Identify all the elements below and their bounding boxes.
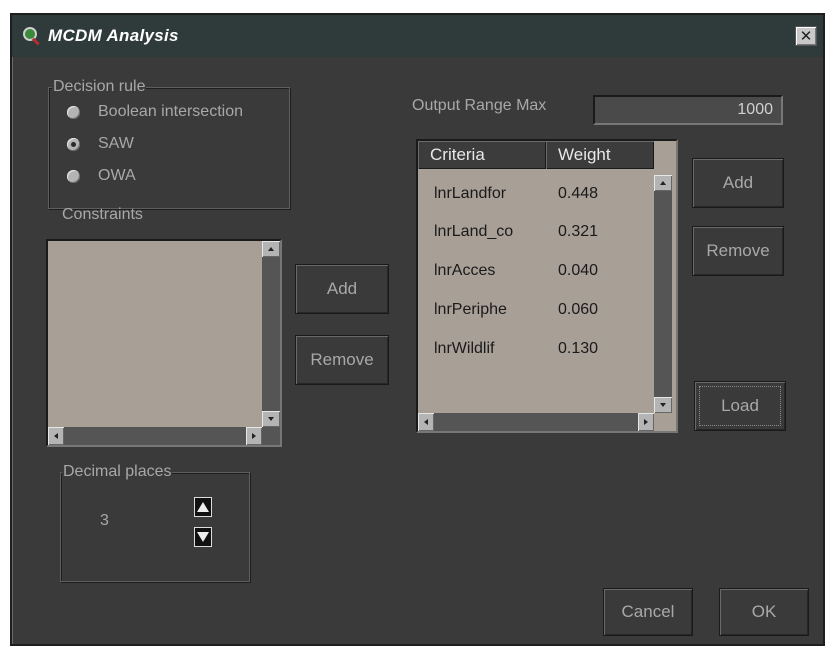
mcdm-analysis-dialog: MCDM Analysis ✕ Decision rule Boolean in…	[10, 13, 825, 646]
constraints-listbox[interactable]	[46, 239, 282, 447]
ok-button[interactable]: OK	[719, 588, 809, 636]
constraints-remove-button[interactable]: Remove	[295, 335, 389, 385]
decimal-down-button[interactable]	[194, 527, 212, 547]
arrow-down-icon	[268, 417, 274, 421]
table-row[interactable]: lnrPeriphe 0.060	[418, 291, 654, 329]
triangle-up-icon	[197, 502, 209, 512]
magnifier-icon	[23, 27, 40, 46]
decimal-places-legend: Decimal places	[62, 463, 173, 481]
horizontal-scrollbar[interactable]	[48, 427, 280, 445]
decision-rule-legend: Decision rule	[52, 78, 147, 96]
table-row[interactable]: lnrAcces 0.040	[418, 252, 654, 290]
criteria-name: lnrAcces	[434, 262, 496, 279]
scroll-down-button[interactable]	[262, 411, 280, 427]
radio-label: Boolean intersection	[98, 103, 243, 120]
decimal-places-value: 3	[100, 512, 109, 529]
vertical-scrollbar[interactable]	[262, 241, 280, 427]
constraints-label: Constraints	[62, 206, 143, 223]
criteria-weight: 0.040	[558, 262, 599, 279]
cancel-button[interactable]: Cancel	[603, 588, 693, 636]
radio-button-icon[interactable]	[67, 170, 80, 183]
column-header-criteria[interactable]: Criteria	[418, 141, 546, 169]
output-range-input[interactable]: 1000	[593, 95, 783, 125]
vertical-scrollbar[interactable]	[654, 175, 672, 413]
radio-label: OWA	[98, 167, 136, 184]
criteria-remove-button[interactable]: Remove	[692, 226, 784, 276]
radio-label: SAW	[98, 135, 134, 152]
criteria-name: lnrPeriphe	[434, 301, 507, 318]
arrow-up-icon	[660, 181, 666, 185]
load-button[interactable]: Load	[694, 381, 786, 431]
arrow-right-icon	[644, 419, 648, 425]
arrow-right-icon	[252, 433, 256, 439]
triangle-down-icon	[197, 532, 209, 542]
scroll-up-button[interactable]	[654, 175, 672, 191]
scroll-left-button[interactable]	[418, 413, 434, 431]
criteria-weight: 0.448	[558, 185, 599, 202]
arrow-down-icon	[660, 403, 666, 407]
horizontal-scrollbar[interactable]	[418, 413, 654, 431]
criteria-name: lnrLandfor	[434, 185, 507, 202]
criteria-add-button[interactable]: Add	[692, 158, 784, 208]
decimal-places-group	[60, 472, 250, 582]
output-range-label: Output Range Max	[412, 97, 547, 114]
window-title: MCDM Analysis	[48, 26, 179, 45]
arrow-left-icon	[424, 419, 428, 425]
criteria-name: lnrWildlif	[434, 340, 495, 357]
table-row[interactable]: lnrLandfor 0.448	[418, 175, 654, 213]
table-row[interactable]: lnrLand_co 0.321	[418, 213, 654, 251]
scroll-left-button[interactable]	[48, 427, 64, 445]
radio-button-icon[interactable]	[67, 138, 80, 151]
scroll-right-button[interactable]	[638, 413, 654, 431]
radio-button-icon[interactable]	[67, 106, 80, 119]
criteria-listbox[interactable]: Criteria Weight lnrLandfor 0.448 lnrLand…	[416, 139, 678, 433]
criteria-weight: 0.130	[558, 340, 599, 357]
table-row[interactable]: lnrWildlif 0.130	[418, 330, 654, 368]
criteria-name: lnrLand_co	[434, 223, 514, 240]
arrow-left-icon	[54, 433, 58, 439]
criteria-weight: 0.060	[558, 301, 599, 318]
close-icon: ✕	[799, 26, 813, 45]
close-button[interactable]: ✕	[795, 26, 817, 46]
decimal-up-button[interactable]	[194, 497, 212, 517]
arrow-up-icon	[268, 247, 274, 251]
title-bar: MCDM Analysis ✕	[12, 15, 823, 57]
criteria-weight: 0.321	[558, 223, 599, 240]
scroll-down-button[interactable]	[654, 397, 672, 413]
scroll-up-button[interactable]	[262, 241, 280, 257]
column-header-weight[interactable]: Weight	[546, 141, 654, 169]
scroll-right-button[interactable]	[246, 427, 262, 445]
constraints-add-button[interactable]: Add	[295, 264, 389, 314]
